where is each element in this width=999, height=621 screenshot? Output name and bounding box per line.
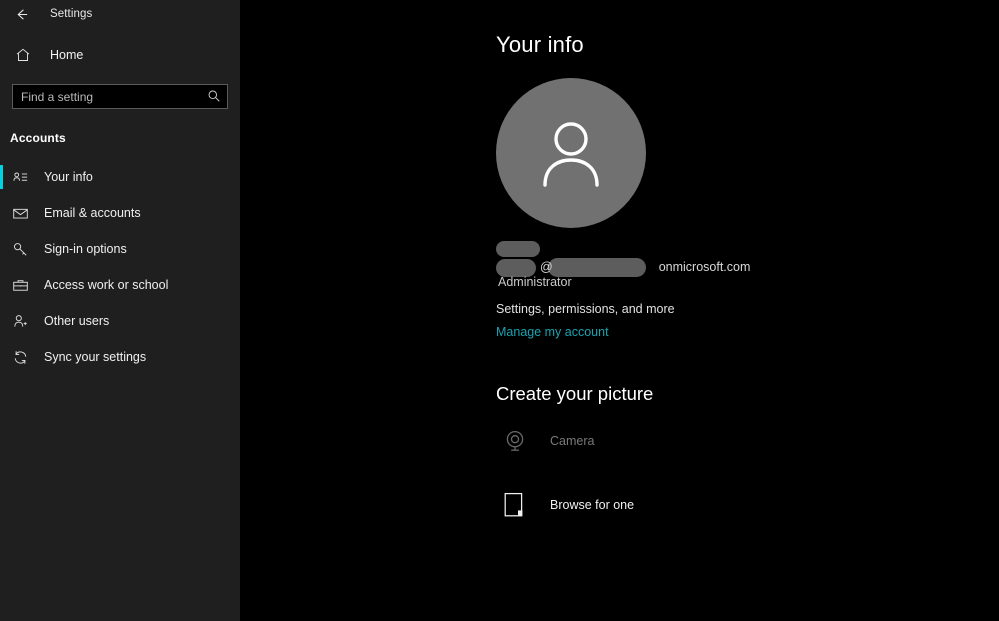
key-icon: [10, 239, 30, 259]
sidebar-item-your-info-label: Your info: [44, 170, 93, 184]
create-picture-heading: Create your picture: [496, 383, 654, 404]
account-identity: @ onmicrosoft.com Administrator: [496, 238, 826, 290]
redacted-name-block: [496, 241, 540, 257]
avatar[interactable]: [496, 78, 646, 228]
browse-for-one-option-label: Browse for one: [550, 498, 635, 512]
browse-for-one-option[interactable]: Browse for one: [496, 483, 756, 527]
sidebar-item-sync-your-settings-label: Sync your settings: [44, 350, 147, 364]
main-content: Your info @ onmicrosoft.com Administrator…: [240, 0, 999, 621]
envelope-icon: [10, 203, 30, 223]
account-description: Settings, permissions, and more: [496, 302, 675, 316]
sidebar-item-sync-your-settings[interactable]: Sync your settings: [0, 339, 240, 375]
camera-icon: [498, 424, 532, 458]
camera-option: Camera: [496, 419, 756, 463]
email-domain: onmicrosoft.com: [658, 260, 751, 274]
email-at-symbol: @: [540, 260, 553, 274]
page-title: Your info: [496, 32, 584, 57]
home-icon: [14, 46, 32, 64]
search-box: [12, 84, 228, 109]
settings-window: Settings Home Accounts: [0, 0, 999, 621]
back-arrow-icon: [14, 7, 29, 22]
sidebar-item-email-accounts[interactable]: Email & accounts: [0, 195, 240, 231]
sidebar-item-your-info[interactable]: Your info: [0, 159, 240, 195]
sidebar-section-heading: Accounts: [10, 131, 66, 145]
back-button[interactable]: [8, 3, 34, 25]
sidebar-item-home-label: Home: [50, 48, 84, 62]
title-bar: Settings: [0, 0, 240, 28]
sidebar-item-sign-in-options[interactable]: Sign-in options: [0, 231, 240, 267]
sidebar-item-email-accounts-label: Email & accounts: [44, 206, 141, 220]
account-email: @ onmicrosoft.com: [540, 260, 750, 274]
sidebar-item-home[interactable]: Home: [0, 42, 240, 68]
sidebar-item-sign-in-options-label: Sign-in options: [44, 242, 127, 256]
person-avatar-icon: [529, 111, 613, 195]
manage-my-account-link[interactable]: Manage my account: [496, 325, 609, 339]
sidebar-item-other-users-label: Other users: [44, 314, 110, 328]
window-title: Settings: [50, 8, 93, 20]
sidebar: Settings Home Accounts: [0, 0, 240, 621]
sidebar-item-access-work-school-label: Access work or school: [44, 278, 169, 292]
sidebar-nav-list: Your info Email & accounts Sign-in optio…: [0, 159, 240, 375]
camera-option-label: Camera: [550, 434, 595, 448]
sidebar-item-access-work-school[interactable]: Access work or school: [0, 267, 240, 303]
contact-card-icon: [10, 167, 30, 187]
search-input[interactable]: [12, 84, 228, 109]
browse-icon: [498, 488, 532, 522]
person-add-icon: [10, 311, 30, 331]
briefcase-icon: [10, 275, 30, 295]
sync-icon: [10, 347, 30, 367]
account-role: Administrator: [498, 275, 572, 289]
sidebar-item-other-users[interactable]: Other users: [0, 303, 240, 339]
